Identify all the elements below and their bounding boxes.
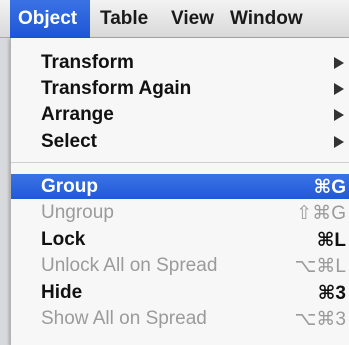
menu-item-label: Lock xyxy=(41,229,86,250)
menu-item-shortcut: ⇧⌘G xyxy=(296,203,346,224)
menubar-object[interactable]: Object xyxy=(10,0,90,38)
menu-item-shortcut: ⌥⌘L xyxy=(294,256,346,277)
menu-item-ungroup: Ungroup ⇧⌘G xyxy=(11,200,349,224)
menu-item-select[interactable]: Select xyxy=(11,129,349,153)
menu-item-label: Show All on Spread xyxy=(41,308,207,329)
menu-item-transform[interactable]: Transform xyxy=(11,50,349,74)
menu-item-shortcut: ⌘G xyxy=(313,177,346,198)
menu-item-lock[interactable]: Lock ⌘L xyxy=(11,227,349,251)
menubar-view[interactable]: View xyxy=(171,0,214,38)
menu-item-label: Select xyxy=(41,131,97,152)
submenu-arrow-icon xyxy=(334,57,344,69)
menubar-table[interactable]: Table xyxy=(100,0,148,38)
menu-item-hide[interactable]: Hide ⌘3 xyxy=(11,280,349,304)
menu-item-shortcut: ⌘L xyxy=(316,230,346,251)
menu-item-arrange[interactable]: Arrange xyxy=(11,102,349,126)
menu-item-label: Transform Again xyxy=(41,78,192,99)
menu-item-shortcut: ⌥⌘3 xyxy=(294,309,346,330)
menu-item-label: Arrange xyxy=(41,104,114,125)
menubar-window[interactable]: Window xyxy=(230,0,303,38)
menu-item-shortcut: ⌘3 xyxy=(317,283,346,304)
menu-bar: Object Table View Window xyxy=(0,0,349,38)
submenu-arrow-icon xyxy=(334,136,344,148)
menu-separator xyxy=(11,162,349,163)
menu-item-label: Hide xyxy=(41,282,83,303)
menu-item-label: Unlock All on Spread xyxy=(41,255,218,276)
menu-item-group[interactable]: Group ⌘G xyxy=(11,174,349,199)
submenu-arrow-icon xyxy=(334,109,344,121)
menu-item-label: Transform xyxy=(41,52,134,73)
menu-item-show-all-on-spread: Show All on Spread ⌥⌘3 xyxy=(11,306,349,330)
object-menu-dropdown: Transform Transform Again Arrange Select… xyxy=(10,38,349,345)
submenu-arrow-icon xyxy=(334,83,344,95)
menu-item-label: Ungroup xyxy=(41,202,114,223)
menu-item-unlock-all-on-spread: Unlock All on Spread ⌥⌘L xyxy=(11,253,349,277)
menu-item-label: Group xyxy=(41,176,98,197)
menu-item-transform-again[interactable]: Transform Again xyxy=(11,76,349,100)
